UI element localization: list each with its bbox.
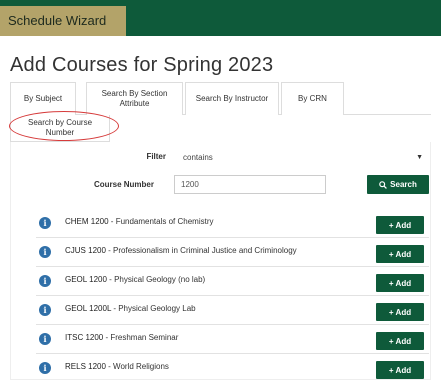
info-icon[interactable]: i bbox=[39, 246, 51, 258]
course-title: RELS 1200 - World Religions bbox=[65, 362, 169, 371]
add-label: Add bbox=[395, 278, 412, 288]
course-title: GEOL 1200L - Physical Geology Lab bbox=[65, 304, 196, 313]
course-number-label: Course Number bbox=[93, 180, 154, 189]
course-name: World Religions bbox=[113, 362, 169, 371]
course-name: Professionalism in Criminal Justice and … bbox=[113, 246, 297, 255]
chevron-down-icon: ▼ bbox=[416, 154, 423, 161]
list-item: i ITSC 1200 - Freshman Seminar + Add bbox=[36, 325, 429, 354]
course-title: CHEM 1200 - Fundamentals of Chemistry bbox=[65, 217, 214, 226]
plus-icon: + bbox=[388, 249, 394, 259]
add-label: Add bbox=[395, 307, 412, 317]
add-label: Add bbox=[395, 365, 412, 375]
course-name: Physical Geology (no lab) bbox=[114, 275, 206, 284]
add-course-button[interactable]: + Add bbox=[376, 332, 424, 350]
add-course-button[interactable]: + Add bbox=[376, 245, 424, 263]
list-item: i CHEM 1200 - Fundamentals of Chemistry … bbox=[36, 209, 429, 238]
info-icon[interactable]: i bbox=[39, 362, 51, 374]
course-code: RELS 1200 bbox=[65, 362, 106, 371]
plus-icon: + bbox=[388, 365, 394, 375]
list-item: i CJUS 1200 - Professionalism in Crimina… bbox=[36, 238, 429, 267]
course-code: GEOL 1200L bbox=[65, 304, 112, 313]
course-title: GEOL 1200 - Physical Geology (no lab) bbox=[65, 275, 206, 284]
course-name: Freshman Seminar bbox=[110, 333, 179, 342]
info-icon[interactable]: i bbox=[39, 304, 51, 316]
add-label: Add bbox=[395, 336, 412, 346]
list-item: i GEOL 1200 - Physical Geology (no lab) … bbox=[36, 267, 429, 296]
search-button[interactable]: Search bbox=[367, 175, 429, 194]
results-list: i CHEM 1200 - Fundamentals of Chemistry … bbox=[36, 209, 429, 383]
plus-icon: + bbox=[388, 307, 394, 317]
plus-icon: + bbox=[388, 220, 394, 230]
info-icon[interactable]: i bbox=[39, 333, 51, 345]
add-course-button[interactable]: + Add bbox=[376, 216, 424, 234]
tab-by-subject[interactable]: By Subject bbox=[10, 82, 76, 115]
add-course-button[interactable]: + Add bbox=[376, 361, 424, 379]
plus-icon: + bbox=[388, 278, 394, 288]
course-title: ITSC 1200 - Freshman Seminar bbox=[65, 333, 179, 342]
search-tabs: By Subject Search By Section Attribute S… bbox=[10, 82, 431, 142]
course-code: CJUS 1200 bbox=[65, 246, 106, 255]
filter-select-value: contains bbox=[183, 153, 213, 162]
add-label: Add bbox=[395, 220, 412, 230]
tab-search-by-instructor[interactable]: Search By Instructor bbox=[185, 82, 279, 115]
add-course-button[interactable]: + Add bbox=[376, 274, 424, 292]
course-name: Physical Geology Lab bbox=[118, 304, 196, 313]
course-name: Fundamentals of Chemistry bbox=[115, 217, 214, 226]
tab-search-by-section-attribute[interactable]: Search By Section Attribute bbox=[86, 82, 183, 115]
top-bar: Schedule Wizard bbox=[0, 0, 441, 36]
add-label: Add bbox=[395, 249, 412, 259]
filter-label: Filter bbox=[146, 152, 166, 161]
info-icon[interactable]: i bbox=[39, 217, 51, 229]
list-item: i GEOL 1200L - Physical Geology Lab + Add bbox=[36, 296, 429, 325]
plus-icon: + bbox=[388, 336, 394, 346]
course-title: CJUS 1200 - Professionalism in Criminal … bbox=[65, 246, 297, 255]
add-course-button[interactable]: + Add bbox=[376, 303, 424, 321]
course-code: CHEM 1200 bbox=[65, 217, 109, 226]
course-code: ITSC 1200 bbox=[65, 333, 104, 342]
course-code: GEOL 1200 bbox=[65, 275, 107, 284]
search-button-label: Search bbox=[390, 180, 417, 189]
tab-by-crn[interactable]: By CRN bbox=[281, 82, 344, 115]
course-number-input[interactable]: 1200 bbox=[174, 175, 326, 194]
tab-search-by-course-number[interactable]: Search by Course Number bbox=[10, 115, 110, 142]
info-icon[interactable]: i bbox=[39, 275, 51, 287]
list-item: i RELS 1200 - World Religions + Add bbox=[36, 354, 429, 383]
schedule-wizard-link[interactable]: Schedule Wizard bbox=[0, 6, 126, 36]
search-icon bbox=[379, 180, 388, 189]
page-title: Add Courses for Spring 2023 bbox=[10, 54, 274, 76]
filter-select[interactable]: contains ▼ bbox=[174, 147, 428, 166]
